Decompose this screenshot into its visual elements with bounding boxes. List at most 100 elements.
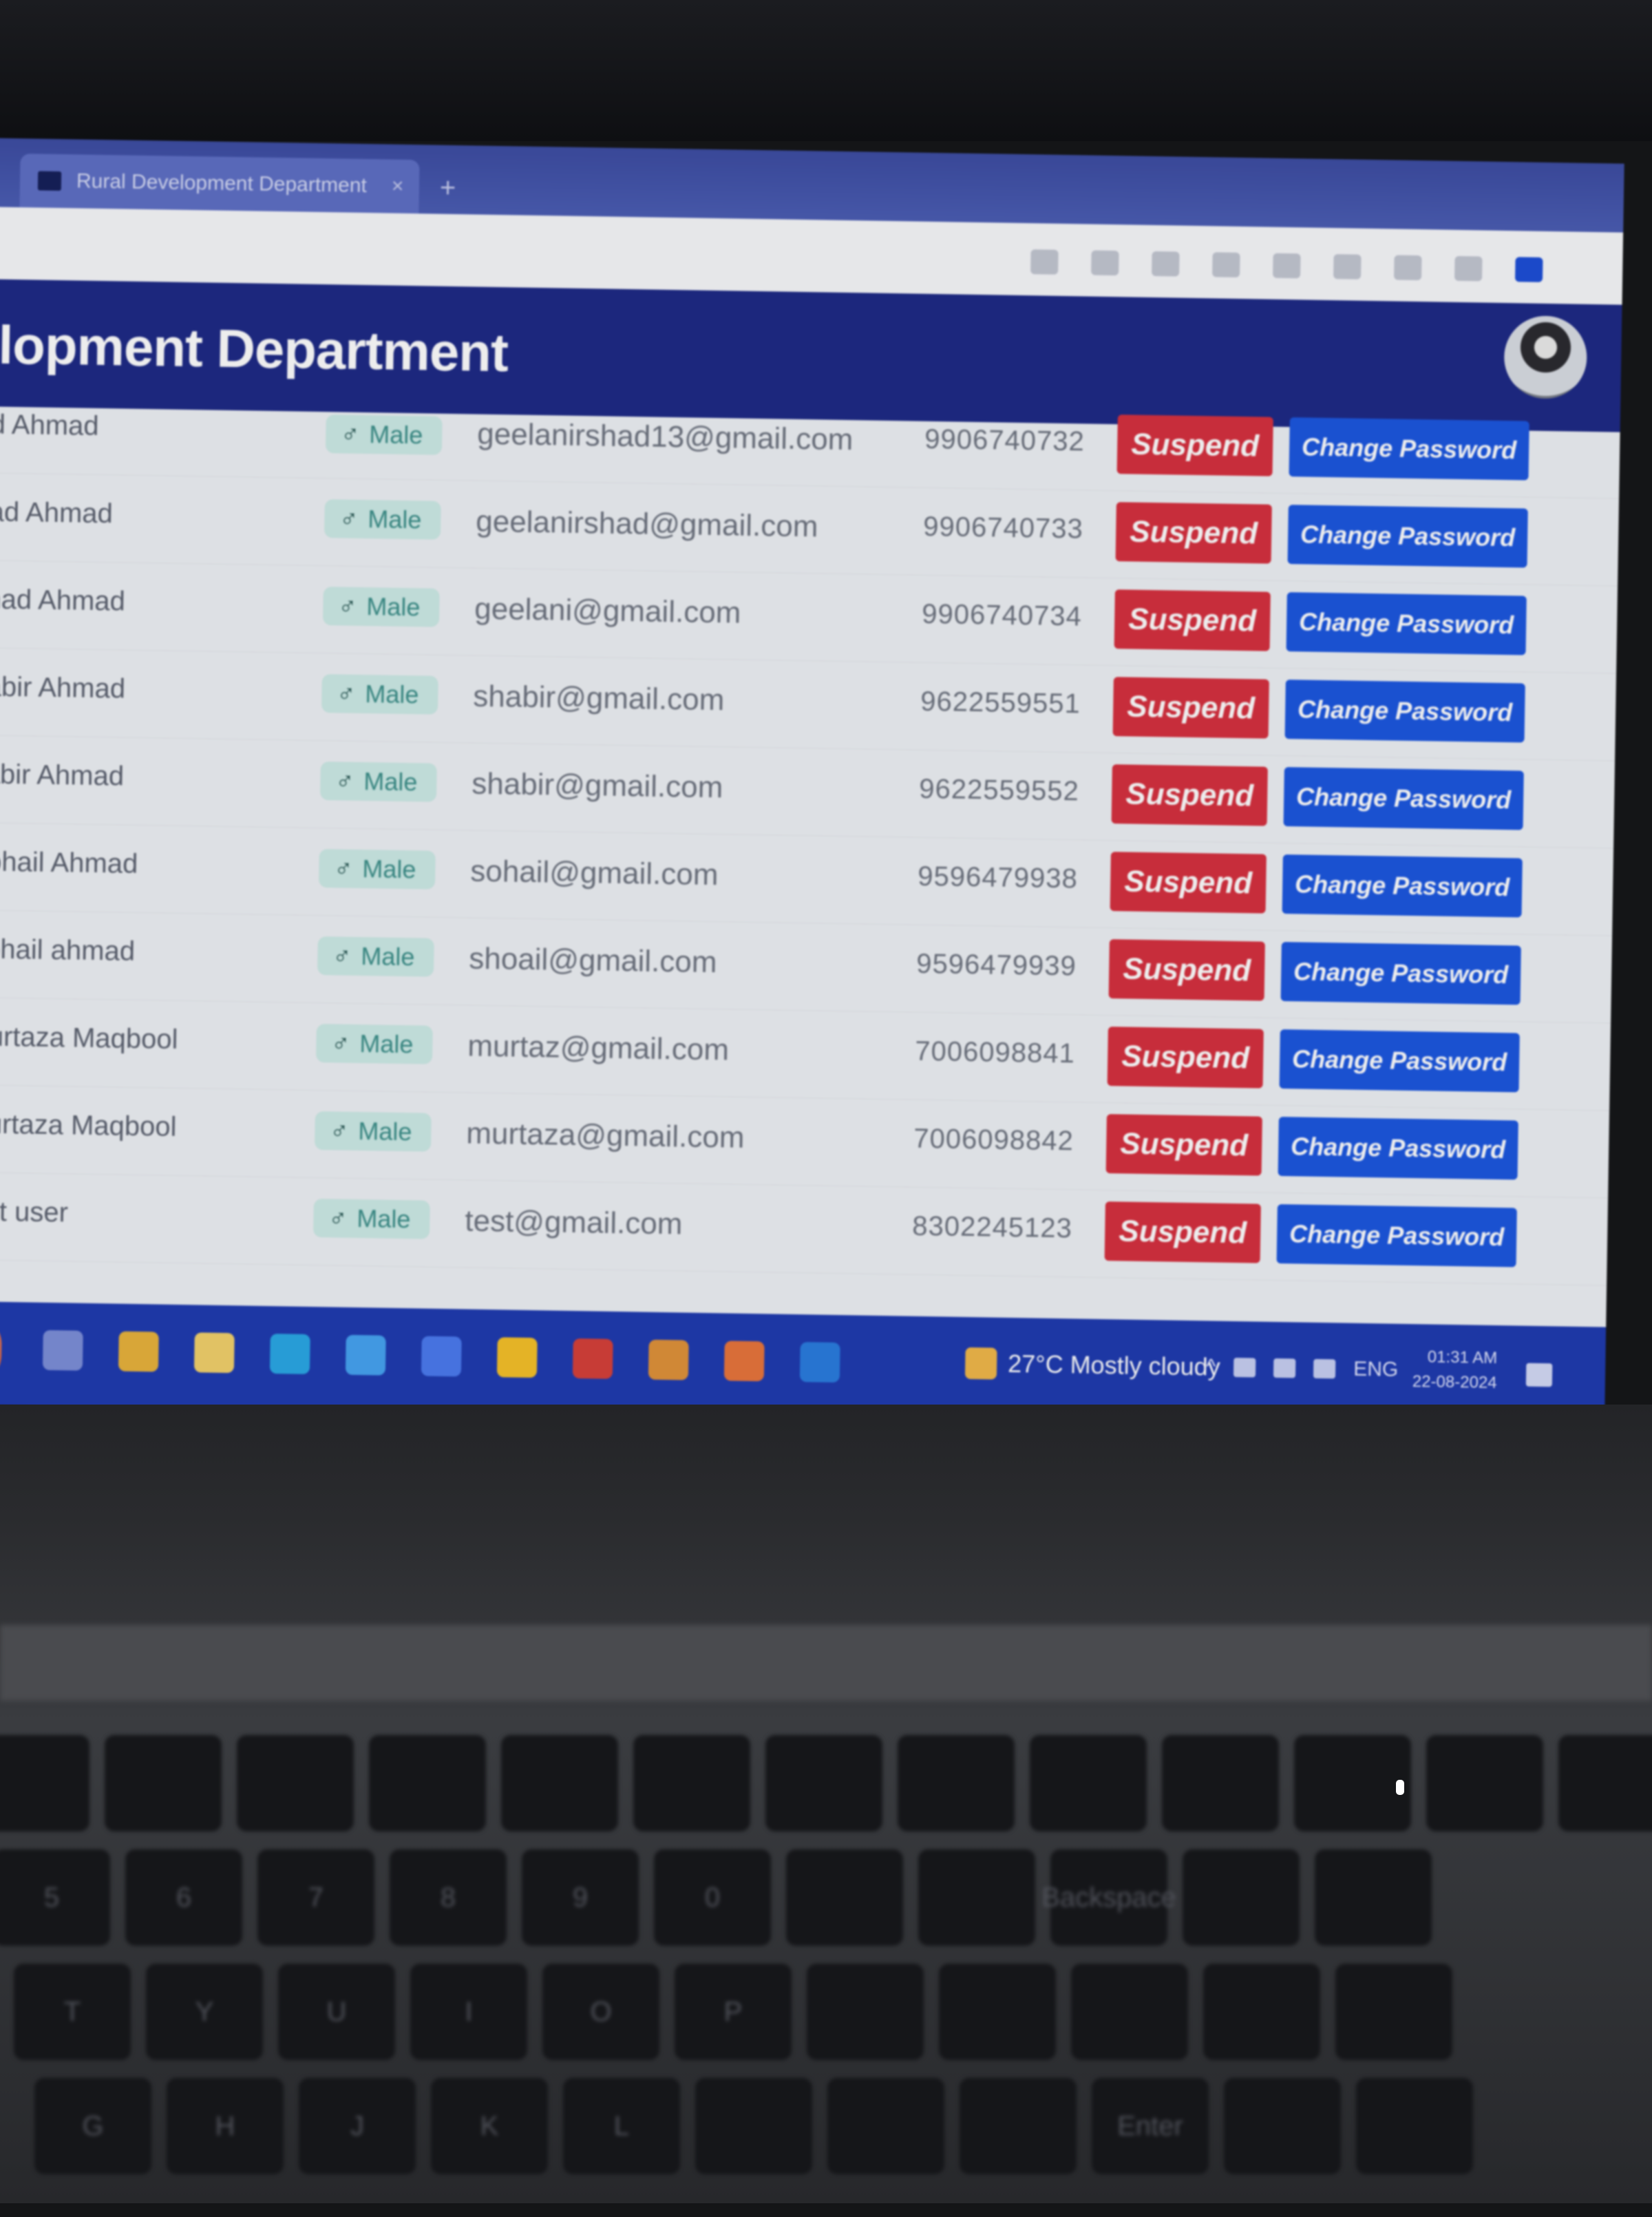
suspend-button[interactable]: Suspend	[1114, 589, 1271, 651]
change-password-button[interactable]: Change Password	[1278, 1116, 1518, 1180]
keyboard-key: Backspace	[1041, 1849, 1176, 1946]
keyboard-key: 9	[522, 1849, 639, 1946]
suspend-button[interactable]: Suspend	[1112, 677, 1269, 739]
avatar[interactable]	[1503, 315, 1588, 399]
filezilla-icon[interactable]	[572, 1338, 613, 1379]
keyboard-key: O	[542, 1964, 659, 2060]
split-screen-icon[interactable]	[1212, 252, 1240, 277]
gender-badge: ♂ Male	[319, 761, 437, 802]
change-password-button[interactable]: Change Password	[1286, 592, 1527, 655]
battery-icon[interactable]	[1273, 1358, 1296, 1378]
calendar-icon[interactable]	[193, 1332, 235, 1374]
keyboard-key	[827, 2078, 944, 2174]
user-email: shabir@gmail.com	[471, 766, 723, 805]
more-options-icon[interactable]	[1454, 255, 1483, 282]
keyboard-key	[765, 1735, 882, 1831]
read-aloud-icon[interactable]	[1030, 249, 1059, 275]
favorites-icon[interactable]	[1273, 253, 1301, 279]
change-password-button[interactable]: Change Password	[1282, 854, 1523, 918]
keyboard-key: Y	[146, 1964, 263, 2060]
mail-icon[interactable]	[345, 1334, 386, 1376]
suspend-button[interactable]: Suspend	[1105, 1114, 1262, 1176]
suspend-button[interactable]: Suspend	[1111, 764, 1268, 826]
favorite-icon[interactable]	[1152, 251, 1180, 277]
language-indicator[interactable]: ENG	[1353, 1358, 1399, 1382]
change-password-button[interactable]: Change Password	[1283, 767, 1524, 830]
browser-tab-active[interactable]: Rural Development Department ×	[19, 154, 420, 214]
keyboard-key	[1356, 2078, 1473, 2174]
user-phone: 9906740733	[922, 511, 1084, 545]
keyboard-key	[1335, 1964, 1452, 2060]
keyboard-key: U	[278, 1964, 395, 2060]
user-email: murtaz@gmail.com	[467, 1029, 730, 1067]
chrome-profile-icon[interactable]	[723, 1341, 765, 1382]
user-email: shabir@gmail.com	[472, 679, 725, 717]
user-name: test user	[0, 1195, 69, 1228]
keyboard-key	[960, 2078, 1077, 2174]
edge-icon[interactable]	[269, 1334, 310, 1374]
tab-close-icon[interactable]: ×	[392, 175, 404, 198]
keyboard-key	[1224, 2078, 1341, 2174]
store-icon[interactable]	[421, 1336, 462, 1377]
keyboard-key	[0, 1735, 89, 1831]
tab-title: Rural Development Department	[76, 169, 368, 198]
user-phone: 8302245123	[911, 1210, 1073, 1244]
keyboard-key	[1162, 1735, 1279, 1831]
network-icon[interactable]	[1233, 1358, 1256, 1378]
taskbar-clock[interactable]: 01:31 AM 22-08-2024	[1412, 1345, 1498, 1396]
tray-chevron-icon[interactable]: ^	[1206, 1355, 1216, 1378]
widgets-icon[interactable]	[0, 1320, 3, 1379]
file-explorer-icon[interactable]	[118, 1331, 159, 1372]
extensions-icon[interactable]	[1394, 255, 1422, 281]
gender-label: Male	[358, 1116, 412, 1146]
gender-badge: ♂ Male	[313, 1198, 430, 1239]
gender-badge: ♂ Male	[325, 414, 443, 455]
keyboard-key: L	[563, 2078, 680, 2174]
keyboard-key	[786, 1849, 903, 1946]
user-phone: 7006098841	[914, 1036, 1076, 1069]
gender-badge: ♂ Male	[321, 674, 438, 715]
site-favicon-icon	[37, 171, 62, 191]
suspend-button[interactable]: Suspend	[1116, 414, 1273, 476]
suspend-button[interactable]: Suspend	[1110, 852, 1267, 914]
keyboard-key	[807, 1964, 924, 2060]
suspend-button[interactable]: Suspend	[1107, 1027, 1264, 1089]
copilot-icon[interactable]	[1514, 257, 1543, 282]
suspend-button[interactable]: Suspend	[1115, 502, 1272, 564]
chrome-icon[interactable]	[648, 1339, 689, 1380]
change-password-button[interactable]: Change Password	[1289, 417, 1529, 481]
change-password-button[interactable]: Change Password	[1287, 505, 1528, 568]
gender-badge: ♂ Male	[317, 936, 434, 977]
change-password-button[interactable]: Change Password	[1279, 1029, 1520, 1093]
keyboard-key	[1315, 1849, 1432, 1946]
collections-icon[interactable]	[1333, 254, 1362, 280]
new-tab-icon[interactable]: +	[440, 173, 456, 204]
gender-badge: ♂ Male	[315, 1024, 433, 1064]
taskbar-apps	[42, 1330, 840, 1383]
translate-icon[interactable]	[1091, 250, 1119, 276]
page-title: elopment Department	[0, 313, 509, 383]
user-phone: 7006098842	[913, 1123, 1074, 1157]
suspend-button[interactable]: Suspend	[1108, 939, 1265, 1001]
change-password-button[interactable]: Change Password	[1284, 680, 1525, 743]
change-password-button[interactable]: Change Password	[1276, 1204, 1517, 1268]
task-view-icon[interactable]	[42, 1330, 83, 1371]
sticky-notes-icon[interactable]	[496, 1337, 538, 1378]
person-icon: ♂	[338, 591, 357, 620]
person-icon: ♂	[330, 1116, 349, 1145]
keyboard-key: Enter	[1092, 2078, 1209, 2174]
suspend-button[interactable]: Suspend	[1104, 1201, 1261, 1263]
user-name: had Ahmad	[0, 496, 114, 529]
keyboard-key: K	[431, 2078, 548, 2174]
change-password-button[interactable]: Change Password	[1280, 942, 1521, 1005]
keyboard-row: TYUIOP	[14, 1964, 1652, 2060]
keyboard-key	[898, 1735, 1015, 1831]
keyboard-key	[939, 1964, 1056, 2060]
weather-widget[interactable]: 27°C Mostly cloudy	[964, 1347, 1220, 1383]
vscode-icon[interactable]	[799, 1342, 840, 1383]
user-name: shad Ahmad	[0, 584, 126, 617]
user-name: Sohail ahmad	[0, 934, 136, 967]
notification-icon[interactable]	[1525, 1363, 1553, 1387]
user-phone: 9906740732	[924, 423, 1086, 457]
volume-icon[interactable]	[1313, 1358, 1336, 1379]
